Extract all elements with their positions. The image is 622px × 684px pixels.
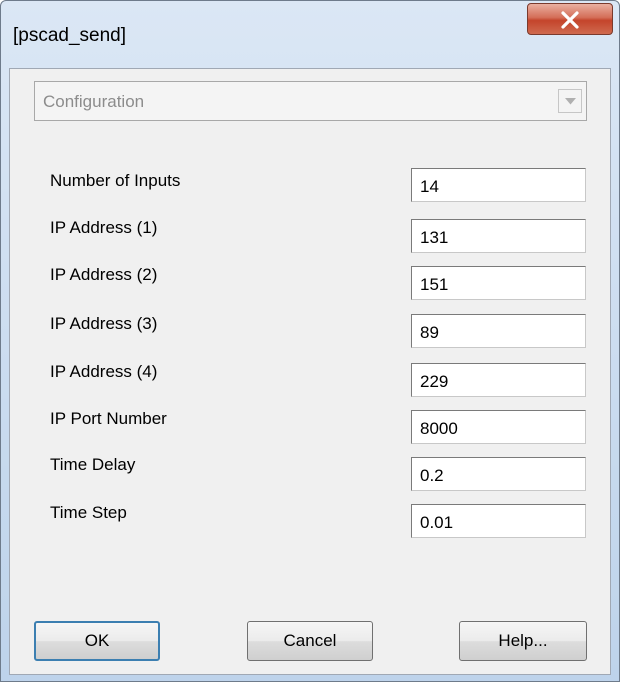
ok-button[interactable]: OK xyxy=(34,621,160,661)
dialog-body: Configuration Number of Inputs IP Addres… xyxy=(9,68,611,675)
category-dropdown[interactable]: Configuration xyxy=(34,81,587,121)
ip-address-4-field[interactable] xyxy=(411,363,586,397)
ip-address-1-label: IP Address (1) xyxy=(50,218,158,237)
number-of-inputs-label: Number of Inputs xyxy=(50,171,181,190)
time-step-label: Time Step xyxy=(50,503,127,522)
ip-address-3-label: IP Address (3) xyxy=(50,314,158,333)
ip-address-4-label: IP Address (4) xyxy=(50,362,158,381)
number-of-inputs-field[interactable] xyxy=(411,168,586,202)
ip-address-2-field[interactable] xyxy=(411,266,586,300)
ip-port-number-field[interactable] xyxy=(411,410,586,444)
window-title: [pscad_send] xyxy=(13,25,127,46)
help-button[interactable]: Help... xyxy=(459,621,587,661)
ip-address-1-field[interactable] xyxy=(411,219,586,253)
cancel-button[interactable]: Cancel xyxy=(247,621,373,661)
dropdown-arrow-button[interactable] xyxy=(558,89,582,113)
dropdown-selected-value: Configuration xyxy=(43,92,145,111)
chevron-down-icon xyxy=(565,98,576,105)
dialog-window: [pscad_send] Configuration Number of Inp… xyxy=(0,0,620,682)
time-delay-field[interactable] xyxy=(411,457,586,491)
time-step-field[interactable] xyxy=(411,504,586,538)
ip-address-2-label: IP Address (2) xyxy=(50,265,158,284)
close-button[interactable] xyxy=(527,3,613,35)
ip-port-number-label: IP Port Number xyxy=(50,409,167,428)
ip-address-3-field[interactable] xyxy=(411,314,586,348)
time-delay-label: Time Delay xyxy=(50,455,136,474)
close-icon xyxy=(561,11,579,29)
